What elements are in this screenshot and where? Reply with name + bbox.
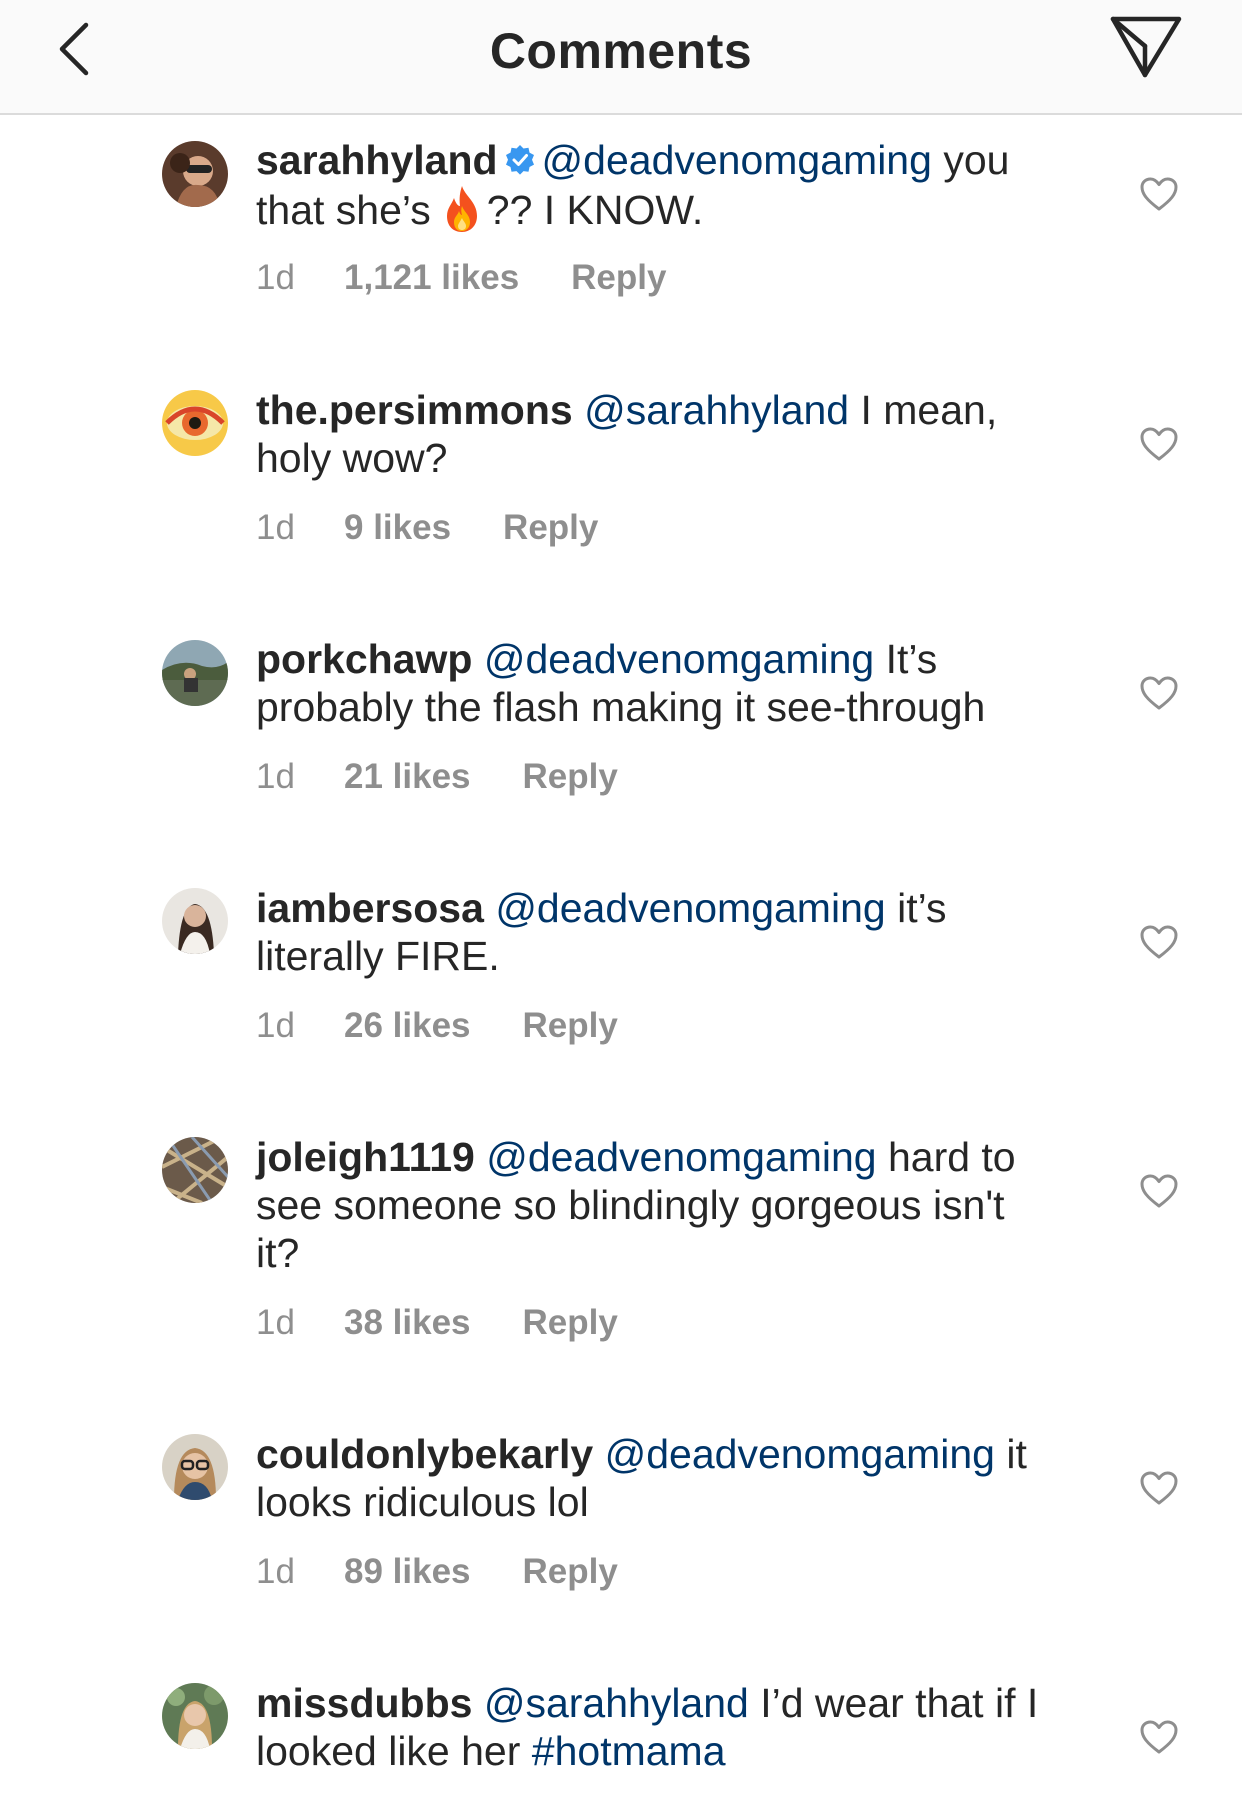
- comment-timestamp: 1d: [256, 1006, 295, 1045]
- paper-plane-icon: [1110, 16, 1182, 78]
- avatar-image-icon: [162, 640, 228, 706]
- comment-text: iambersosa @deadvenomgaming it’s literal…: [256, 884, 1086, 980]
- comment-text-part: I mean,: [849, 387, 998, 433]
- likes-count[interactable]: 26 likes: [344, 1006, 471, 1046]
- comment-mention[interactable]: @sarahhyland: [584, 387, 849, 433]
- comment-username[interactable]: porkchawp: [256, 636, 472, 682]
- avatar[interactable]: [162, 888, 228, 954]
- comment-timestamp: 1d: [256, 1552, 295, 1591]
- comment-username[interactable]: the.persimmons: [256, 387, 573, 433]
- reply-button[interactable]: Reply: [571, 258, 666, 298]
- like-button[interactable]: [1138, 1468, 1180, 1508]
- reply-button[interactable]: Reply: [523, 1552, 618, 1592]
- avatar-image-icon: [162, 1683, 228, 1749]
- comment-username[interactable]: missdubbs: [256, 1680, 472, 1726]
- comment-mention[interactable]: @deadvenomgaming: [542, 137, 932, 183]
- comment-mention[interactable]: @deadvenomgaming: [486, 1134, 876, 1180]
- like-button[interactable]: [1138, 174, 1180, 214]
- comment-username[interactable]: couldonlybekarly: [256, 1431, 593, 1477]
- comment-hashtag[interactable]: #hotmama: [532, 1728, 726, 1774]
- avatar-image-icon: [162, 888, 228, 954]
- reply-button[interactable]: Reply: [523, 1006, 618, 1046]
- comment-text-part: hard to: [876, 1134, 1016, 1180]
- heart-icon: [1140, 1174, 1178, 1208]
- share-button[interactable]: [1106, 12, 1186, 82]
- avatar-image-icon: [162, 1137, 228, 1203]
- likes-count[interactable]: 21 likes: [344, 757, 471, 797]
- comment-mention[interactable]: @sarahhyland: [484, 1680, 749, 1726]
- comment-text-part: probably the flash making it see-through: [256, 684, 986, 730]
- comment-text-part: you: [931, 137, 1010, 183]
- comment-text-part: it’s: [885, 885, 947, 931]
- comment-timestamp: 1d: [256, 508, 295, 547]
- comment-meta: 1d 26 likes Reply: [256, 1006, 618, 1046]
- avatar[interactable]: [162, 640, 228, 706]
- comment-text-part: I’d wear that if I: [748, 1680, 1039, 1726]
- comment-meta: 1d 9 likes Reply: [256, 508, 598, 548]
- reply-button[interactable]: Reply: [503, 508, 598, 548]
- comment-text: the.persimmons @sarahhyland I mean, holy…: [256, 386, 1086, 482]
- reply-button[interactable]: Reply: [523, 1303, 618, 1343]
- verified-badge-icon: [505, 145, 534, 175]
- comment-mention[interactable]: @deadvenomgaming: [605, 1431, 995, 1477]
- fire-emoji-icon: [446, 186, 477, 232]
- page-title: Comments: [489, 23, 753, 79]
- reply-button[interactable]: Reply: [523, 757, 618, 797]
- heart-icon: [1140, 1720, 1178, 1754]
- like-button[interactable]: [1138, 1717, 1180, 1757]
- comment-text: missdubbs @sarahhyland I’d wear that if …: [256, 1679, 1086, 1775]
- comment-meta: 1d 1,121 likes Reply: [256, 258, 666, 298]
- likes-count[interactable]: 9 likes: [344, 508, 451, 548]
- comment-text-part: it: [995, 1431, 1027, 1477]
- comment-text: porkchawp @deadvenomgaming It’s probably…: [256, 635, 1086, 731]
- likes-count[interactable]: 1,121 likes: [344, 258, 519, 298]
- comment-meta: 1d 89 likes Reply: [256, 1552, 618, 1592]
- avatar[interactable]: [162, 141, 228, 207]
- comment-text-part: looks ridiculous lol: [256, 1479, 589, 1525]
- comment-text: sarahhyland @deadvenomgaming you that sh…: [256, 136, 1086, 234]
- comment-username[interactable]: sarahhyland: [256, 137, 498, 183]
- comment-text-part: ?? I KNOW.: [486, 187, 704, 233]
- comment-text: couldonlybekarly @deadvenomgaming it loo…: [256, 1430, 1086, 1526]
- header-bar: Comments: [0, 0, 1242, 115]
- like-button[interactable]: [1138, 424, 1180, 464]
- comment-text-part: that she’s: [256, 187, 431, 233]
- like-button[interactable]: [1138, 922, 1180, 962]
- comment-meta: 1d 38 likes Reply: [256, 1303, 618, 1343]
- comment-timestamp: 1d: [256, 757, 295, 796]
- heart-icon: [1140, 1471, 1178, 1505]
- avatar-image-icon: [162, 141, 228, 207]
- like-button[interactable]: [1138, 1171, 1180, 1211]
- comment-text-part: looked like her: [256, 1728, 532, 1774]
- comment-text-part: holy wow?: [256, 435, 448, 481]
- avatar-image-icon: [162, 1434, 228, 1500]
- like-button[interactable]: [1138, 673, 1180, 713]
- heart-icon: [1140, 427, 1178, 461]
- heart-icon: [1140, 676, 1178, 710]
- heart-icon: [1140, 925, 1178, 959]
- comment-meta: 1d 21 likes Reply: [256, 757, 618, 797]
- likes-count[interactable]: 38 likes: [344, 1303, 471, 1343]
- comment-username[interactable]: iambersosa: [256, 885, 484, 931]
- avatar[interactable]: [162, 1137, 228, 1203]
- comment-text-part: it?: [256, 1230, 300, 1276]
- avatar-image-icon: [162, 390, 228, 456]
- likes-count[interactable]: 89 likes: [344, 1552, 471, 1592]
- avatar[interactable]: [162, 1434, 228, 1500]
- comment-text: joleigh1119 @deadvenomgaming hard to see…: [256, 1133, 1086, 1277]
- comment-mention[interactable]: @deadvenomgaming: [484, 636, 874, 682]
- comment-timestamp: 1d: [256, 258, 295, 297]
- heart-icon: [1140, 177, 1178, 211]
- avatar[interactable]: [162, 390, 228, 456]
- comment-text-part: see someone so blindingly gorgeous isn't: [256, 1182, 1005, 1228]
- comment-mention[interactable]: @deadvenomgaming: [495, 885, 885, 931]
- comment-username[interactable]: joleigh1119: [256, 1134, 475, 1180]
- avatar[interactable]: [162, 1683, 228, 1749]
- comment-text-part: It’s: [874, 636, 938, 682]
- comment-text-part: literally FIRE.: [256, 933, 500, 979]
- comment-timestamp: 1d: [256, 1303, 295, 1342]
